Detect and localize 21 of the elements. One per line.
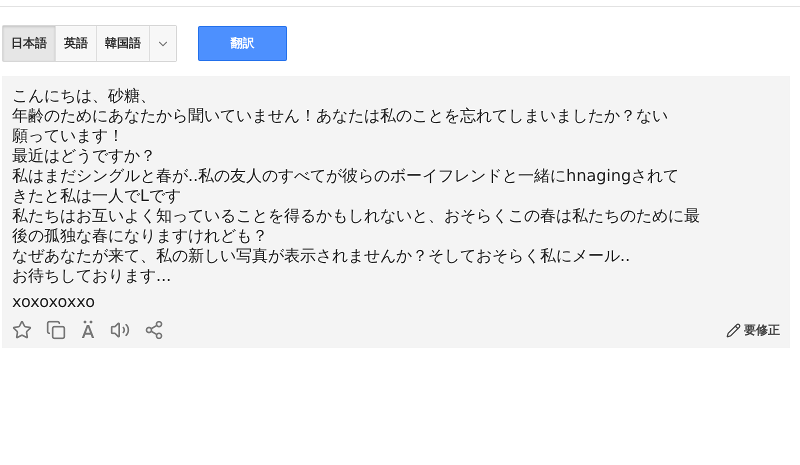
translation-text: 年齢のためにあなたから聞いていません！あなたは私のことを忘れてしまいましたか？ない	[12, 106, 669, 126]
language-tab[interactable]: 韓国語	[97, 26, 150, 61]
translation-text: 私たちはお互いよく知っていることを得るかもしれないと、おそらくこの春は私たちのために最	[12, 206, 701, 226]
translation-text: 最近はどうですか？	[12, 146, 157, 166]
translation-text: 後の孤独な春になりますけれども？	[12, 226, 269, 246]
copy-icon[interactable]	[46, 320, 66, 340]
translation-text: お待ちしております...	[12, 266, 172, 286]
translation-text: きたと私は一人でLです	[12, 186, 182, 206]
pencil-icon	[726, 322, 741, 338]
suggest-edit-button[interactable]: 要修正	[726, 322, 780, 338]
language-tab[interactable]: 日本語	[3, 26, 56, 61]
language-tab[interactable]: 英語	[56, 26, 97, 61]
translation-text: なぜあなたが来て、私の新しい写真が表示されませんか？そしておそらく私にメール..	[12, 246, 632, 266]
signature-text: xoxoxoxxo	[12, 292, 96, 312]
translation-text: 願っています！	[12, 126, 125, 146]
star-icon[interactable]	[12, 320, 32, 340]
translation-text: 私はまだシングルと春が..私の友人のすべてが彼らのボーイフレンドと一緒にhnagingされて	[12, 166, 680, 186]
share-icon[interactable]	[144, 320, 164, 340]
text-style-icon[interactable]	[80, 320, 96, 340]
speaker-icon[interactable]	[110, 320, 130, 340]
translation-text: こんにちは、砂糖、	[12, 86, 157, 106]
